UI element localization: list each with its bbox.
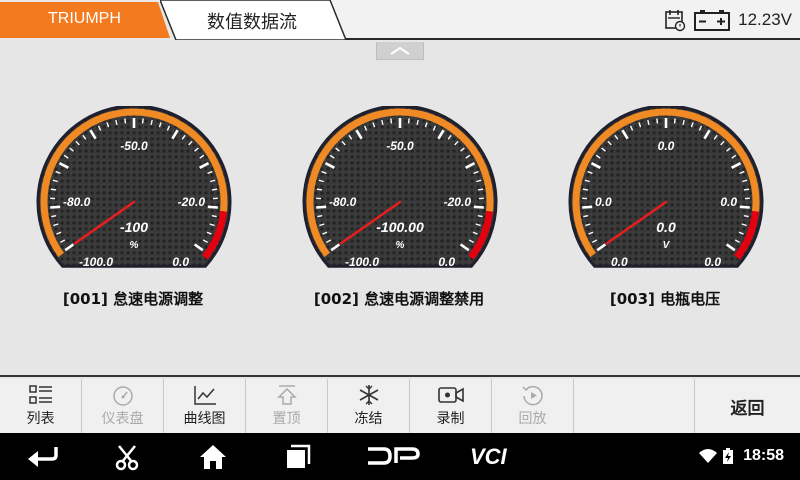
scissors-icon[interactable] <box>113 443 141 471</box>
toolbar-spacer <box>574 379 695 433</box>
calendar-clock-icon <box>665 10 686 32</box>
list-icon <box>28 385 52 404</box>
vci-logo[interactable]: VCI <box>470 445 526 467</box>
gauge-tick-label-top: -50.0 <box>120 139 148 153</box>
recent-apps-icon[interactable] <box>284 443 312 471</box>
gauge-tick-label-bottom-left: -100.0 <box>79 255 113 269</box>
gauge-tick-label-left: -80.0 <box>329 195 357 209</box>
gauge-tick-label-right: 0.0 <box>720 195 737 209</box>
gauge-label-1: [001] 怠速电源调整 <box>62 290 204 308</box>
pin-top-icon <box>276 385 297 405</box>
replay-label: 回放 <box>518 411 547 427</box>
dp-logo[interactable] <box>366 445 420 467</box>
list-label: 列表 <box>26 411 55 427</box>
freeze-button[interactable]: 冻结 <box>328 379 410 433</box>
gauge-1: -50.0 -80.0 -20.0 -100.0 0.0 -100% <box>36 106 232 269</box>
gauge-tick-label-left: 0.0 <box>595 195 612 209</box>
gauge-tick-label-right: -20.0 <box>178 195 206 209</box>
gauge-value: -100 <box>120 219 148 235</box>
line-chart-button[interactable]: 曲线图 <box>164 379 246 433</box>
gauge-tick-label-bottom-right: 0.0 <box>704 255 721 269</box>
replay-icon <box>521 385 543 406</box>
vci-logo-text: VCI <box>470 445 508 467</box>
line-chart-icon <box>193 386 216 405</box>
battery-icon <box>694 10 731 31</box>
back-button[interactable]: 返回 <box>695 379 800 433</box>
chevron-up-icon <box>390 46 410 55</box>
gauge-button[interactable]: 仪表盘 <box>82 379 164 433</box>
record-button[interactable]: 录制 <box>410 379 492 433</box>
brand-label: TRIUMPH <box>48 10 121 27</box>
bottom-toolbar: 列表 仪表盘 曲线图 置顶 冻结 录制 回放 返回 <box>0 379 800 433</box>
header-bar: TRIUMPH 数值数据流 12.23V <box>0 0 800 40</box>
gauge-tick-label-top: -50.0 <box>386 139 414 153</box>
gauge-2: -50.0 -80.0 -20.0 -100.0 0.0 -100.00% <box>302 106 498 269</box>
gauge-unit: % <box>396 240 405 251</box>
gauge-tick-label-top: 0.0 <box>658 139 675 153</box>
gauge-tick-label-left: -80.0 <box>63 195 91 209</box>
gauge-panel: -50.0 -80.0 -20.0 -100.0 0.0 -100% -50.0 -80.0-… <box>0 42 800 377</box>
system-nav-bar: VCI 18:58 <box>0 433 800 480</box>
gauge-tick-label-right: -20.0 <box>444 195 472 209</box>
record-label: 录制 <box>436 411 465 427</box>
pin-top-button[interactable]: 置顶 <box>246 379 328 433</box>
voltage-readout: 12.23V <box>738 10 792 29</box>
video-record-icon <box>437 387 464 403</box>
collapse-button[interactable] <box>376 42 424 60</box>
snowflake-icon <box>359 385 378 405</box>
gauge-unit: % <box>130 240 139 251</box>
back-arrow-icon[interactable] <box>26 443 60 469</box>
pin-top-label: 置顶 <box>272 411 301 427</box>
page-title: 数值数据流 <box>207 12 297 33</box>
home-icon[interactable] <box>198 443 228 471</box>
battery-charging-icon <box>723 448 733 464</box>
replay-button[interactable]: 回放 <box>492 379 574 433</box>
gauge-3: 0.00.0 0.00.0 0.00.0V <box>568 106 764 269</box>
gauge-tick-label-bottom-left: 0.0 <box>611 255 628 269</box>
gauge-label: 仪表盘 <box>101 411 144 427</box>
gauge-tick-label-bottom-right: 0.0 <box>172 255 189 269</box>
wifi-icon <box>699 449 717 463</box>
list-button[interactable]: 列表 <box>0 379 82 433</box>
line-chart-label: 曲线图 <box>183 411 226 427</box>
freeze-label: 冻结 <box>354 411 383 427</box>
gauge-label-2: [002] 怠速电源调整禁用 <box>313 290 485 308</box>
gauge-icon <box>112 386 133 406</box>
gauge-value: 0.0 <box>656 219 676 235</box>
gauge-tick-label-bottom-right: 0.0 <box>438 255 455 269</box>
clock: 18:58 <box>743 447 784 464</box>
gauge-label-3: [003] 电瓶电压 <box>609 290 721 308</box>
gauge-value: -100.00 <box>376 219 424 235</box>
gauge-tick-label-bottom-left: -100.0 <box>345 255 379 269</box>
